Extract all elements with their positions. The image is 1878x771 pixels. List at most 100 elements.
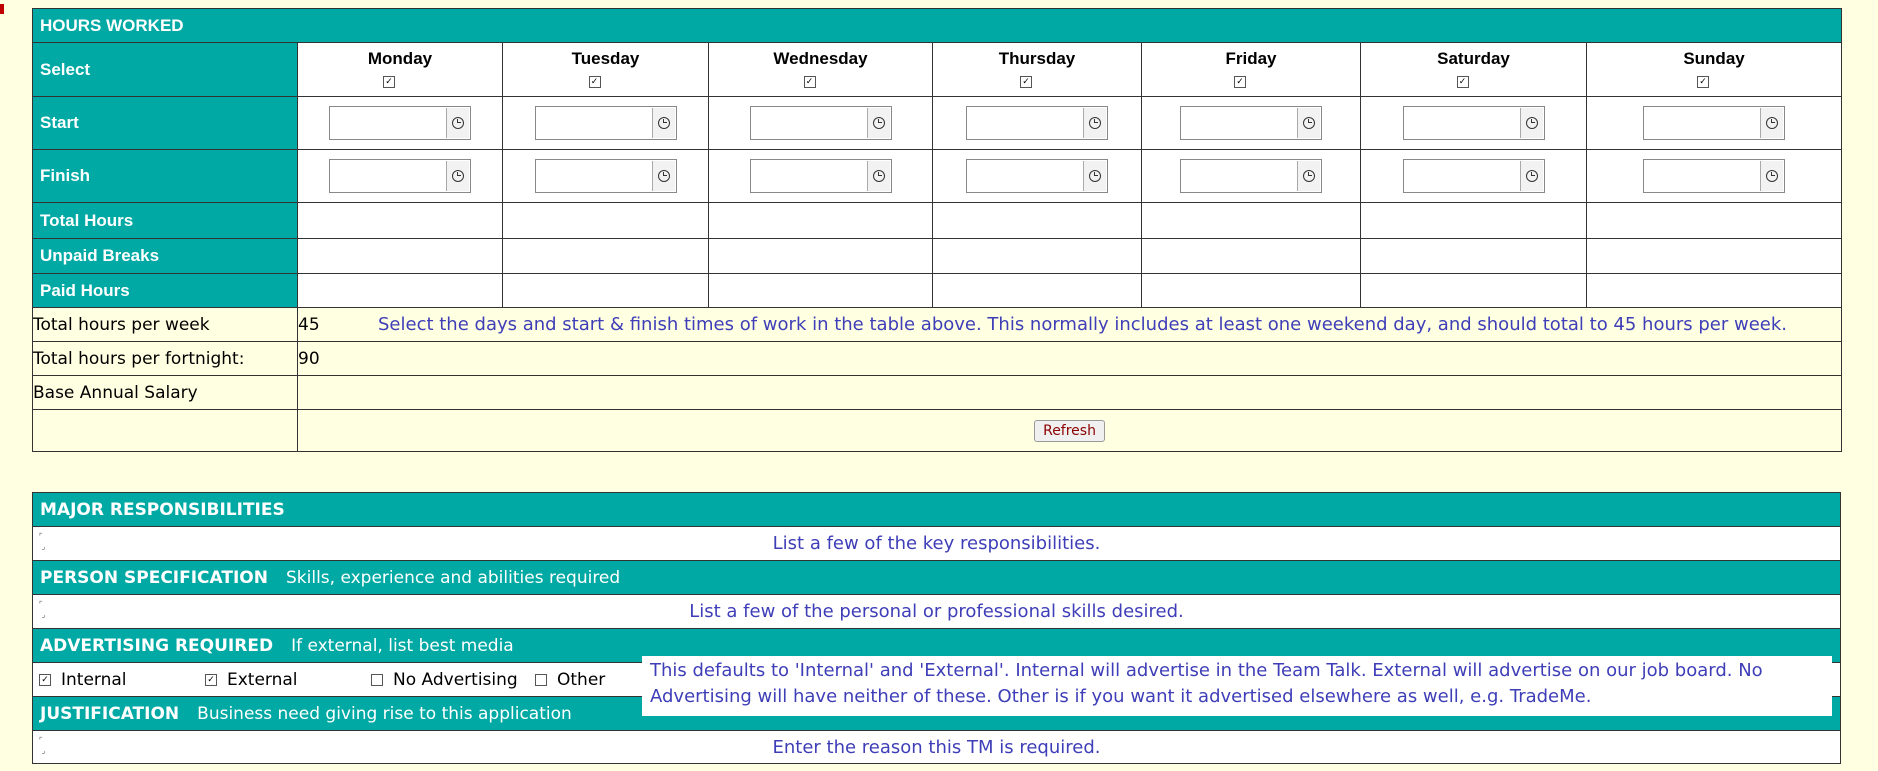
justification-textarea[interactable]: ⌜ ⌟ Enter the reason this TM is required… (32, 730, 1841, 764)
paid-hours-saturday (1360, 273, 1587, 308)
person-specification-title: PERSON SPECIFICATION (40, 567, 268, 588)
finish-time-input-tuesday[interactable] (534, 159, 677, 193)
paid-hours-thursday (932, 273, 1142, 308)
advertising-title: ADVERTISING REQUIRED (40, 635, 274, 656)
day-header-tuesday: Tuesday ✓ (502, 42, 709, 97)
paid-hours-wednesday (708, 273, 933, 308)
start-cell-monday (297, 96, 503, 150)
time-picker-button[interactable] (1519, 108, 1543, 138)
time-picker-button[interactable] (1083, 161, 1106, 191)
time-picker-button[interactable] (1297, 161, 1320, 191)
start-cell-thursday (932, 96, 1142, 150)
clock-icon (1525, 117, 1538, 129)
base-annual-salary-value (296, 375, 1843, 410)
start-time-input-thursday[interactable] (966, 106, 1108, 140)
start-time-input-friday[interactable] (1180, 106, 1322, 140)
clock-icon (1303, 117, 1315, 129)
start-time-input-tuesday[interactable] (534, 106, 677, 140)
clock-icon (1525, 170, 1538, 182)
finish-time-input-wednesday[interactable] (749, 159, 892, 193)
total-hours-per-week-cell: 45 Select the days and start & finish tim… (296, 307, 1843, 342)
time-picker-button[interactable] (1297, 108, 1320, 138)
day-label: Sunday (1683, 49, 1745, 68)
person-specification-subtitle: Skills, experience and abilities require… (285, 567, 621, 588)
other-checkbox[interactable] (535, 673, 547, 686)
time-picker-button[interactable] (1519, 161, 1543, 191)
row-label-select: Select (32, 42, 298, 97)
start-cell-wednesday (708, 96, 933, 150)
finish-time-input-monday[interactable] (329, 159, 471, 193)
day-label: Wednesday (773, 49, 868, 68)
start-time-input-monday[interactable] (329, 106, 471, 140)
day-header-wednesday: Wednesday ✓ (708, 42, 933, 97)
start-time-input-sunday[interactable] (1643, 106, 1786, 140)
resize-grip-icon[interactable]: ⌜ ⌟ (39, 600, 49, 622)
resize-grip-icon[interactable]: ⌜ ⌟ (39, 532, 49, 554)
advertising-option-other[interactable]: Other (535, 670, 605, 690)
unpaid-breaks-tuesday (502, 238, 709, 274)
clock-icon (1766, 117, 1779, 129)
advertising-option-external[interactable]: ✓ External (205, 670, 371, 690)
advertising-section: ADVERTISING REQUIRED If external, list b… (32, 628, 1841, 716)
refresh-row-label (32, 409, 298, 452)
day-checkbox-saturday[interactable]: ✓ (1456, 76, 1469, 88)
time-picker-button[interactable] (651, 108, 675, 138)
row-label-finish: Finish (32, 149, 298, 203)
start-time-input-saturday[interactable] (1402, 106, 1545, 140)
day-checkbox-sunday[interactable]: ✓ (1697, 76, 1710, 88)
total-hours-per-fortnight-label: Total hours per fortnight: (32, 341, 298, 376)
time-picker-button[interactable] (1760, 161, 1784, 191)
refresh-button[interactable]: Refresh (1034, 419, 1105, 442)
clock-icon (1303, 170, 1315, 182)
start-cell-tuesday (502, 96, 709, 150)
total-hours-friday (1141, 202, 1361, 239)
time-picker-button[interactable] (866, 108, 890, 138)
start-cell-saturday (1360, 96, 1587, 150)
finish-time-input-friday[interactable] (1180, 159, 1322, 193)
time-picker-button[interactable] (651, 161, 675, 191)
day-checkbox-friday[interactable]: ✓ (1234, 76, 1246, 88)
finish-time-input-sunday[interactable] (1643, 159, 1786, 193)
major-responsibilities-header: MAJOR RESPONSIBILITIES (32, 492, 1841, 526)
unpaid-breaks-sunday (1585, 238, 1843, 274)
day-label: Saturday (1437, 49, 1510, 68)
major-responsibilities-textarea[interactable]: ⌜ ⌟ List a few of the key responsibiliti… (32, 526, 1841, 560)
total-hours-per-week-value: 45 (298, 315, 320, 335)
finish-time-input-thursday[interactable] (966, 159, 1108, 193)
clock-icon (657, 117, 670, 129)
week-hint-text: Select the days and start & finish times… (378, 314, 1788, 335)
day-checkbox-thursday[interactable]: ✓ (1020, 76, 1032, 88)
hours-worked-title: HOURS WORKED (31, 8, 1843, 43)
external-checkbox[interactable]: ✓ (205, 673, 217, 686)
clock-icon (1089, 170, 1101, 182)
paid-hours-sunday (1585, 273, 1843, 308)
resize-grip-icon[interactable]: ⌜ ⌟ (39, 736, 49, 758)
day-label: Monday (367, 49, 433, 68)
clock-icon (1089, 117, 1101, 129)
unpaid-breaks-thursday (932, 238, 1142, 274)
time-picker-button[interactable] (1760, 108, 1784, 138)
row-label-start: Start (32, 96, 298, 150)
day-checkbox-tuesday[interactable]: ✓ (588, 76, 601, 88)
day-checkbox-monday[interactable]: ✓ (383, 76, 395, 88)
internal-checkbox[interactable]: ✓ (39, 673, 51, 686)
no-advertising-checkbox[interactable] (371, 673, 383, 686)
advertising-option-no-advertising[interactable]: No Advertising (371, 670, 535, 690)
total-hours-per-fortnight-value: 90 (296, 341, 1843, 376)
day-checkbox-wednesday[interactable]: ✓ (803, 76, 816, 88)
internal-label: Internal (61, 669, 127, 690)
finish-cell-thursday (932, 149, 1142, 203)
finish-time-input-saturday[interactable] (1402, 159, 1545, 193)
clock-icon (657, 170, 670, 182)
time-picker-button[interactable] (446, 161, 469, 191)
time-picker-button[interactable] (446, 108, 469, 138)
row-label-unpaid-breaks: Unpaid Breaks (32, 238, 298, 274)
person-specification-textarea[interactable]: ⌜ ⌟ List a few of the personal or profes… (32, 594, 1841, 628)
total-hours-saturday (1360, 202, 1587, 239)
advertising-option-internal[interactable]: ✓ Internal (39, 670, 205, 690)
time-picker-button[interactable] (866, 161, 890, 191)
time-picker-button[interactable] (1083, 108, 1106, 138)
unpaid-breaks-monday (297, 238, 503, 274)
start-time-input-wednesday[interactable] (749, 106, 892, 140)
finish-cell-sunday (1585, 149, 1843, 203)
